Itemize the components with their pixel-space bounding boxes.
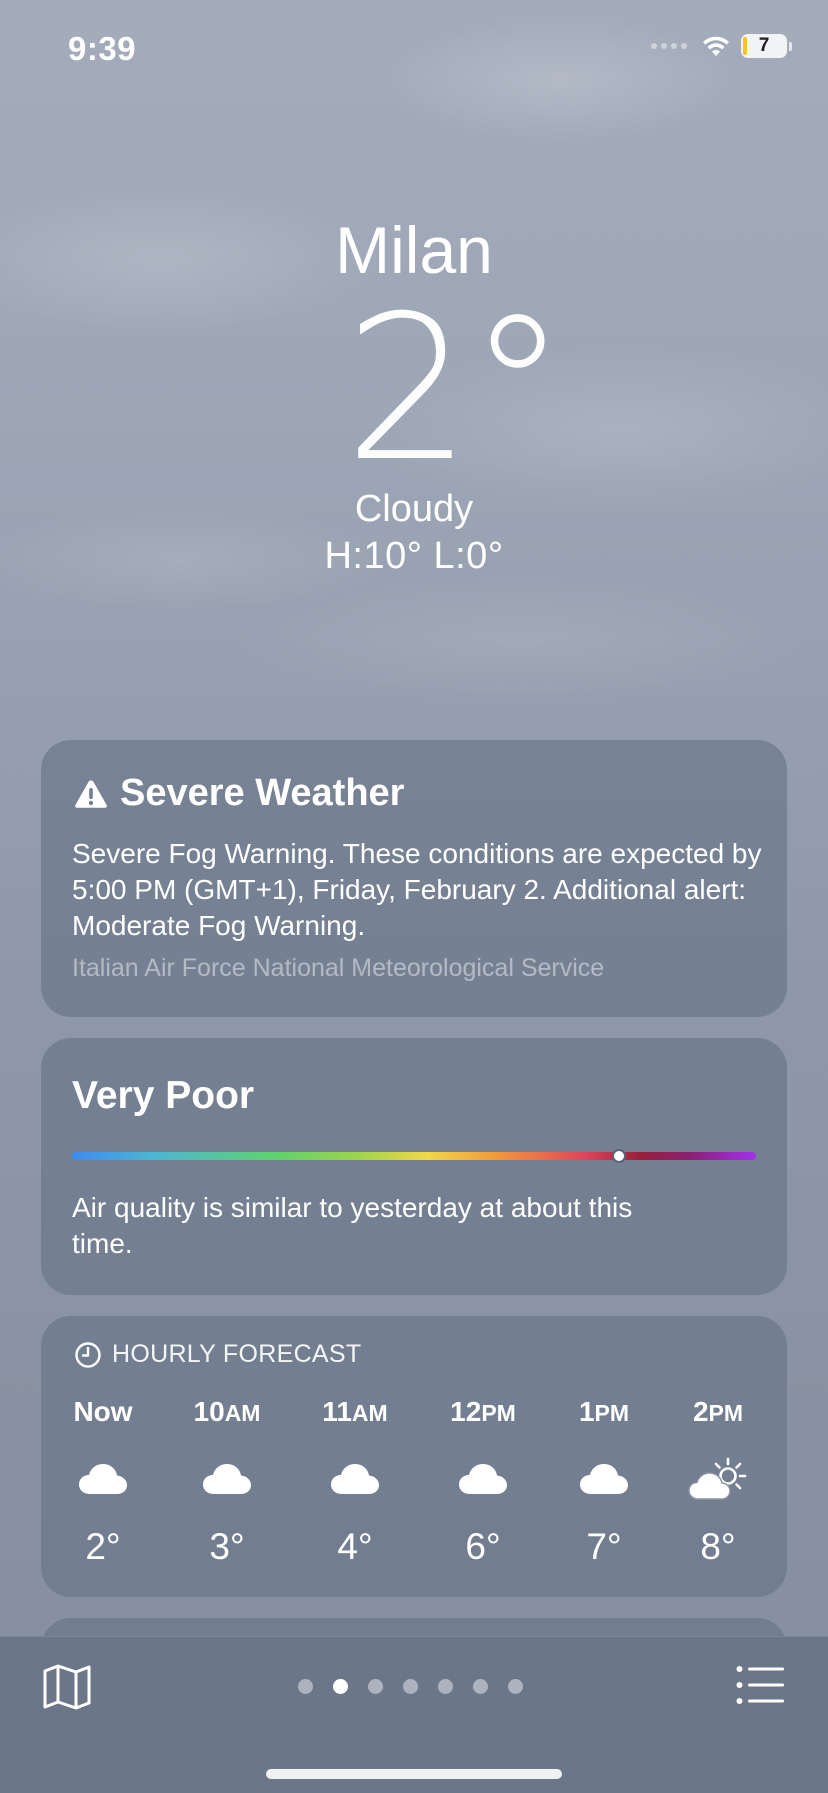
page-dot[interactable] <box>473 1679 488 1694</box>
warning-triangle-icon <box>75 780 107 808</box>
hour-temperature: 7° <box>586 1526 622 1567</box>
hourly-forecast-card[interactable]: HOURLY FORECAST Now 2° 10AM 3° 11AM 4° 12PM 6° 1… <box>41 1316 787 1597</box>
page-dot-active[interactable] <box>333 1679 348 1694</box>
alert-description: Severe Fog Warning. These conditions are… <box>72 838 762 941</box>
page-dot[interactable] <box>403 1679 418 1694</box>
air-quality-scale <box>72 1149 756 1163</box>
hourly-item: 10AM 3° <box>172 1392 282 1568</box>
air-quality-category: Very Poor <box>72 1074 255 1117</box>
hour-temperature: 8° <box>700 1526 736 1567</box>
page-dot[interactable] <box>508 1679 523 1694</box>
hourly-item: Now 2° <box>48 1392 158 1568</box>
cellular-signal-icon <box>651 43 687 49</box>
battery-icon: 7 <box>741 34 787 58</box>
hour-label: 11AM <box>322 1396 388 1427</box>
hour-temperature: 4° <box>337 1526 373 1567</box>
status-time: 9:39 <box>68 30 137 67</box>
wifi-icon <box>703 36 729 56</box>
cloud-icon <box>428 1444 538 1514</box>
home-indicator[interactable] <box>266 1769 562 1779</box>
cloud-icon <box>300 1444 410 1514</box>
page-dot[interactable] <box>298 1679 313 1694</box>
current-temperature-value: 2° <box>344 273 567 506</box>
status-indicators: 7 <box>651 34 792 58</box>
hour-label: 1PM <box>578 1396 630 1427</box>
battery-level: 7 <box>758 35 770 56</box>
hour-label: 10AM <box>193 1396 261 1427</box>
map-icon[interactable] <box>42 1663 92 1711</box>
cloud-icon <box>172 1444 282 1514</box>
clock-icon <box>75 1341 101 1368</box>
bottom-toolbar <box>0 1636 828 1793</box>
current-condition: Cloudy <box>354 488 474 530</box>
alert-source: Italian Air Force National Meteorologica… <box>72 954 605 982</box>
alert-title-text: Severe Weather <box>120 772 405 814</box>
hour-label: 12PM <box>450 1396 516 1427</box>
hour-temperature: 3° <box>209 1526 245 1567</box>
page-indicator[interactable] <box>298 1679 523 1694</box>
hour-temperature: 6° <box>465 1526 501 1567</box>
hourly-item: 12PM 6° <box>428 1392 538 1568</box>
cloud-icon <box>48 1444 158 1514</box>
hour-temperature: 2° <box>85 1526 121 1567</box>
hourly-forecast-title: HOURLY FORECAST <box>112 1340 362 1368</box>
cloud-icon <box>549 1444 659 1514</box>
high-low-temperature: H:10° L:0° <box>324 535 504 577</box>
list-icon[interactable] <box>736 1665 784 1705</box>
severe-weather-card[interactable]: Severe Weather Severe Fog Warning. These… <box>41 740 787 1017</box>
page-dot[interactable] <box>438 1679 453 1694</box>
sun-behind-cloud-icon <box>663 1444 773 1514</box>
hour-label: 2PM <box>692 1396 744 1427</box>
hour-label: Now <box>73 1396 133 1427</box>
current-temperature: 2° <box>0 290 828 490</box>
hourly-item: 2PM 8° <box>663 1392 773 1568</box>
hourly-forecast-header: HOURLY FORECAST <box>74 1340 361 1369</box>
air-quality-description: Air quality is similar to yesterday at a… <box>72 1192 633 1259</box>
hourly-item: 1PM 7° <box>549 1392 659 1568</box>
alert-title: Severe Weather <box>74 772 404 815</box>
hourly-item: 11AM 4° <box>300 1392 410 1568</box>
battery-tip <box>789 41 792 51</box>
air-quality-indicator <box>612 1149 627 1163</box>
hourly-forecast-list[interactable]: Now 2° 10AM 3° 11AM 4° 12PM 6° 1PM 7° 2PM 8° <box>41 1392 787 1582</box>
air-quality-card[interactable]: Very Poor Air quality is similar to yest… <box>41 1038 787 1295</box>
page-dot[interactable] <box>368 1679 383 1694</box>
